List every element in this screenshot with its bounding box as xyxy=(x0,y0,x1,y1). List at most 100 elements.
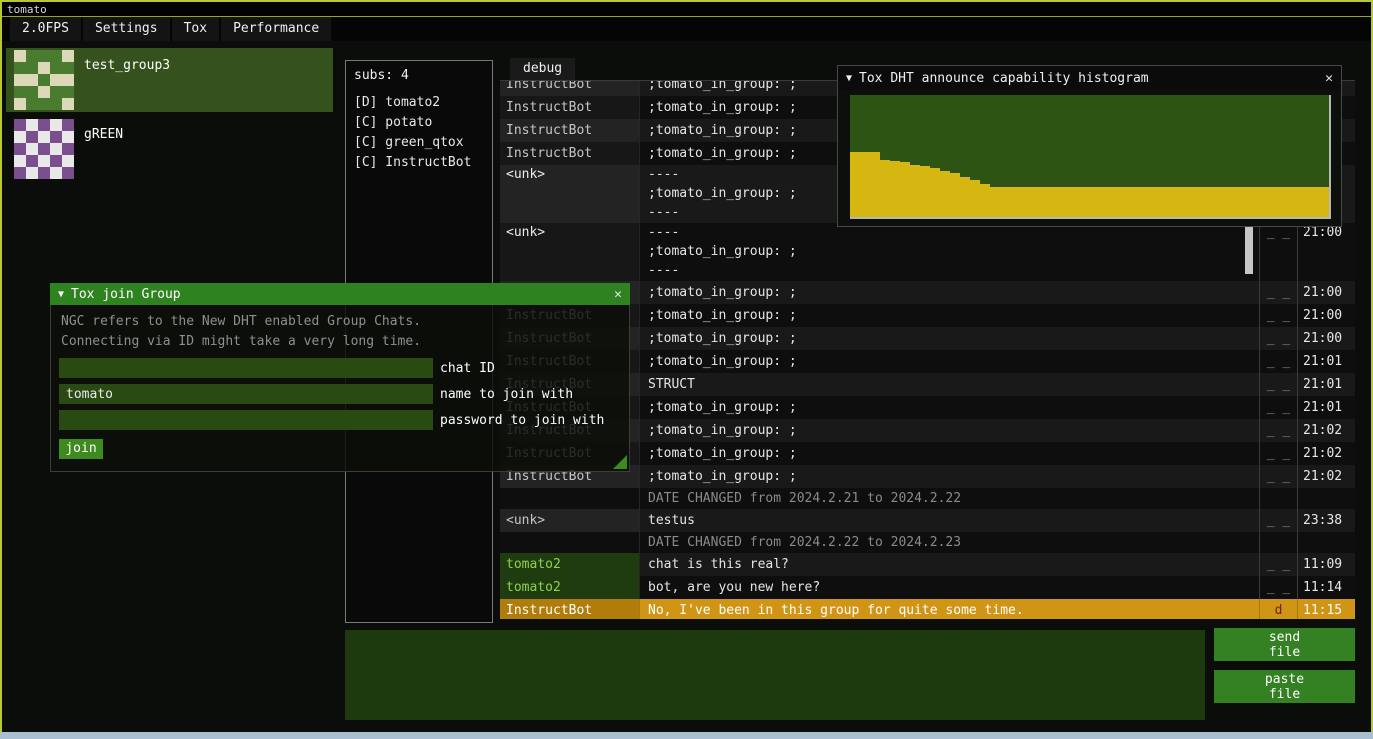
group-list-item-test_group3[interactable]: test_group3 xyxy=(6,48,333,112)
histogram-bar xyxy=(1060,187,1070,218)
histogram-bar xyxy=(1150,187,1160,218)
message-text: No, I've been in this group for quite so… xyxy=(639,599,1259,619)
histogram-bar xyxy=(1269,187,1279,218)
histogram-bar xyxy=(1140,187,1150,218)
message-row[interactable]: <unk> testus _ _ 23:38 xyxy=(500,509,1355,532)
close-icon[interactable]: ✕ xyxy=(614,287,622,302)
join-group-window-body: NGC refers to the New DHT enabled Group … xyxy=(50,305,630,472)
subs-member[interactable]: [C] potato xyxy=(346,113,492,133)
message-author: tomato2 xyxy=(500,576,639,599)
tab-debug[interactable]: debug xyxy=(510,58,575,80)
message-status: _ _ xyxy=(1259,281,1297,304)
chat-id-label: chat ID xyxy=(440,361,495,376)
join-button[interactable]: join xyxy=(59,439,103,459)
join-group-description-line2: Connecting via ID might take a very long… xyxy=(51,332,629,352)
histogram-bar xyxy=(1259,187,1269,218)
message-time: 21:01 xyxy=(1297,373,1355,396)
histogram-bar xyxy=(1090,187,1100,218)
menu-item-settings[interactable]: Settings xyxy=(83,17,170,41)
histogram-bar xyxy=(910,165,920,217)
message-row[interactable]: DATE CHANGED from 2024.2.22 to 2024.2.23 xyxy=(500,532,1355,553)
paste-file-button[interactable]: paste file xyxy=(1214,670,1355,703)
histogram-bar xyxy=(1239,187,1249,218)
message-author: <unk> xyxy=(500,165,639,223)
message-author: InstructBot xyxy=(500,599,639,619)
join-password-input[interactable] xyxy=(59,410,433,430)
message-text: DATE CHANGED from 2024.2.21 to 2024.2.22 xyxy=(639,488,1259,509)
window-titlebar[interactable]: tomato xyxy=(2,2,1371,17)
join-name-input[interactable] xyxy=(59,384,433,404)
subs-member[interactable]: [C] InstructBot xyxy=(346,153,492,173)
histogram-bar xyxy=(870,152,880,217)
message-time: 21:00 xyxy=(1297,281,1355,304)
histogram-bar xyxy=(1279,187,1289,218)
histogram-bar xyxy=(950,173,960,217)
message-time xyxy=(1297,488,1355,509)
histogram-bar xyxy=(1189,187,1199,218)
close-icon[interactable]: ✕ xyxy=(1325,71,1333,86)
dht-histogram-window-title: Tox DHT announce capability histogram xyxy=(859,71,1149,86)
histogram-bar xyxy=(1070,187,1080,218)
message-time xyxy=(1297,532,1355,553)
message-author xyxy=(500,532,639,553)
group-avatar xyxy=(14,50,74,110)
histogram-bar xyxy=(860,152,870,217)
message-time: 21:02 xyxy=(1297,419,1355,442)
histogram-bar xyxy=(1299,187,1309,218)
message-time: 21:02 xyxy=(1297,465,1355,488)
message-text: DATE CHANGED from 2024.2.22 to 2024.2.23 xyxy=(639,532,1259,553)
histogram-bar xyxy=(1209,187,1219,218)
app-window: tomato 2.0FPSSettingsToxPerformance test… xyxy=(0,0,1373,739)
histogram-bar xyxy=(990,187,1000,218)
dht-histogram-window-header[interactable]: ▼ Tox DHT announce capability histogram … xyxy=(838,66,1341,90)
collapse-triangle-icon[interactable]: ▼ xyxy=(58,289,64,300)
message-row[interactable]: tomato2 bot, are you new here? _ _ 11:14 xyxy=(500,576,1355,599)
histogram-bar xyxy=(1170,187,1180,218)
group-avatar xyxy=(14,119,74,179)
histogram-bar xyxy=(1030,187,1040,218)
histogram-bar xyxy=(970,180,980,217)
histogram-bar xyxy=(1080,187,1090,218)
chat-id-input[interactable] xyxy=(59,358,433,378)
histogram-bar xyxy=(1040,187,1050,218)
message-time: 11:09 xyxy=(1297,553,1355,576)
histogram-bar xyxy=(1160,187,1170,218)
message-author: <unk> xyxy=(500,223,639,281)
group-list-item-green[interactable]: gREEN xyxy=(6,117,333,181)
message-row[interactable]: DATE CHANGED from 2024.2.21 to 2024.2.22 xyxy=(500,488,1355,509)
collapse-triangle-icon[interactable]: ▼ xyxy=(846,73,852,84)
message-status: _ _ xyxy=(1259,509,1297,532)
send-file-button[interactable]: send file xyxy=(1214,628,1355,661)
message-row[interactable]: tomato2 chat is this real? _ _ 11:09 xyxy=(500,553,1355,576)
message-status xyxy=(1259,488,1297,509)
menubar: 2.0FPSSettingsToxPerformance xyxy=(2,17,1371,41)
message-text: ---- ;tomato_in_group: ; ---- xyxy=(639,223,1259,281)
histogram-bar xyxy=(960,177,970,217)
message-row[interactable]: <unk> ---- ;tomato_in_group: ; ---- _ _ … xyxy=(500,223,1355,281)
menu-item-performance[interactable]: Performance xyxy=(221,17,331,41)
message-text: ;tomato_in_group: ; xyxy=(639,419,1259,442)
message-status: _ _ xyxy=(1259,465,1297,488)
message-status: _ _ xyxy=(1259,350,1297,373)
message-row[interactable]: InstructBot No, I've been in this group … xyxy=(500,599,1355,619)
chat-message-input[interactable] xyxy=(345,630,1205,720)
resize-grip[interactable] xyxy=(613,455,627,469)
join-group-window-title: Tox join Group xyxy=(71,287,181,302)
histogram-bar xyxy=(1289,187,1299,218)
histogram-bar xyxy=(1309,187,1319,218)
message-text: ;tomato_in_group: ; xyxy=(639,442,1259,465)
histogram-bar xyxy=(1050,187,1060,218)
message-time: 21:00 xyxy=(1297,327,1355,350)
join-group-window-header[interactable]: ▼ Tox join Group ✕ xyxy=(50,283,630,305)
histogram-bar xyxy=(1219,187,1229,218)
subs-member[interactable]: [C] green_qtox xyxy=(346,133,492,153)
message-time: 21:00 xyxy=(1297,223,1355,281)
histogram-bar xyxy=(930,168,940,217)
menu-item-tox[interactable]: Tox xyxy=(172,17,219,41)
message-status: _ _ xyxy=(1259,419,1297,442)
subs-member-list: [D] tomato2[C] potato[C] green_qtox[C] I… xyxy=(346,93,492,173)
message-status: _ _ xyxy=(1259,327,1297,350)
subs-member[interactable]: [D] tomato2 xyxy=(346,93,492,113)
menu-item-2-0fps: 2.0FPS xyxy=(10,17,81,41)
histogram-bars xyxy=(850,95,1329,217)
